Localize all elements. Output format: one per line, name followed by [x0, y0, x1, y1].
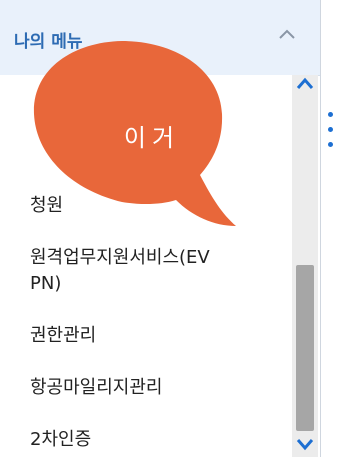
more-vertical-icon[interactable]	[327, 112, 335, 148]
my-menu-header[interactable]: 나의 메뉴	[0, 0, 320, 76]
menu-item[interactable]: 항공마일리지관리	[30, 375, 280, 401]
annotation-text: 이거	[123, 124, 181, 152]
menu-item[interactable]: 청원	[30, 193, 280, 219]
menu-item[interactable]: 원격업무지원서비스(EV	[30, 245, 280, 271]
menu-item[interactable]: 권한관리	[30, 323, 280, 349]
menu-item[interactable]: 2차인증	[30, 427, 280, 453]
scroll-down-arrow-icon[interactable]	[296, 437, 314, 451]
chevron-up-icon[interactable]	[278, 26, 296, 44]
vertical-scrollbar[interactable]	[292, 75, 318, 457]
my-menu-title: 나의 메뉴	[14, 32, 83, 52]
scroll-up-arrow-icon[interactable]	[296, 77, 314, 91]
scrollbar-thumb[interactable]	[296, 265, 314, 431]
menu-item-continued[interactable]: PN)	[30, 271, 280, 297]
my-menu-panel: 나의 메뉴 청원 원격업무지원서비스(EV PN) 권한관리 항공마일리지관리 …	[0, 0, 321, 457]
